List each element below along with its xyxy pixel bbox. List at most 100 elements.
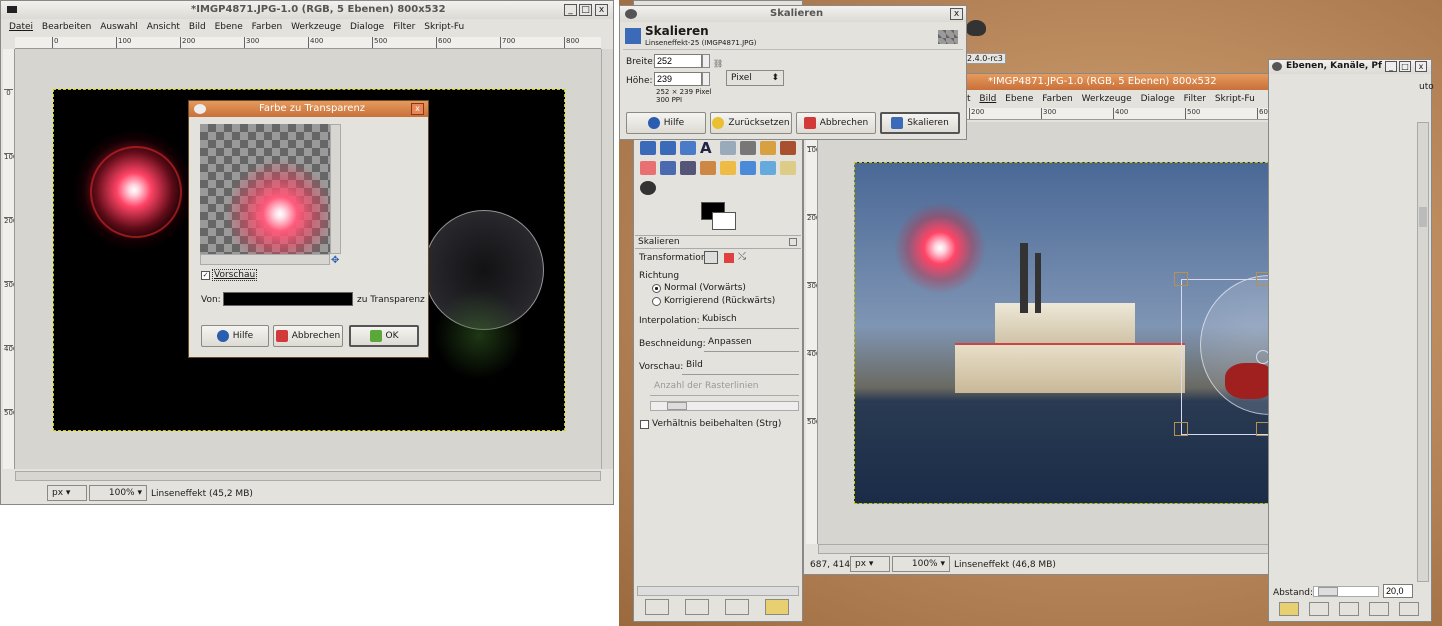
tool-icon-1[interactable] (640, 141, 656, 155)
grid-lines-slider[interactable] (650, 401, 799, 411)
menu-werkzeuge[interactable]: Werkzeuge (1082, 94, 1132, 104)
menu-werkzeuge[interactable]: Werkzeuge (291, 22, 341, 32)
ink-icon[interactable] (680, 161, 696, 175)
menu-farben[interactable]: Farben (252, 22, 283, 32)
reset-button[interactable]: Zurücksetzen (710, 112, 792, 134)
grid-lines-select[interactable]: Anzahl der Rasterlinien (650, 378, 799, 396)
layers-minimize-button[interactable]: _ (1385, 61, 1397, 72)
spacing-input[interactable] (1383, 584, 1413, 598)
restore-options-icon[interactable] (685, 599, 709, 615)
menu-bearbeiten[interactable]: Bearbeiten (42, 22, 91, 32)
from-color-button[interactable] (223, 292, 353, 306)
height-spinner[interactable] (702, 72, 710, 86)
bg-color-swatch[interactable] (712, 212, 736, 230)
save-options-icon[interactable] (645, 599, 669, 615)
scale-cancel-button[interactable]: Abbrechen (796, 112, 876, 134)
cancel-button[interactable]: Abbrechen (273, 325, 343, 347)
radio-corrective[interactable]: Korrigierend (Rückwärts) (652, 296, 775, 306)
menu-dialoge[interactable]: Dialoge (1141, 94, 1175, 104)
interpolation-select[interactable]: Kubisch (698, 311, 799, 329)
preview-area[interactable] (200, 124, 330, 254)
menu-filter[interactable]: Filter (1184, 94, 1206, 104)
window-menu-icon[interactable] (7, 6, 17, 13)
height-input[interactable] (654, 72, 702, 86)
eraser-icon[interactable] (640, 161, 656, 175)
left-vscrollbar[interactable] (601, 49, 613, 469)
ok-button[interactable]: OK (349, 325, 419, 347)
scale-help-button[interactable]: Hilfe (626, 112, 706, 134)
tool-icon-6[interactable] (740, 141, 756, 155)
layers-close-button[interactable]: x (1415, 61, 1427, 72)
help-button[interactable]: Hilfe (201, 325, 269, 347)
preview-vscroll[interactable] (330, 124, 341, 254)
transform-path-icon[interactable]: ⤯ (738, 251, 746, 262)
right-unit-selector[interactable]: px ▾ (850, 556, 890, 572)
perspective-clone-icon[interactable] (740, 161, 756, 175)
reset-options-icon[interactable] (765, 599, 789, 615)
handle-top-left[interactable] (1174, 272, 1188, 286)
scale-close-button[interactable]: x (950, 8, 963, 20)
chain-link-icon[interactable]: ⛓ (713, 59, 723, 68)
radio-normal[interactable]: Normal (Vorwärts) (652, 283, 746, 293)
unit-selector[interactable]: px ▾ (47, 485, 87, 501)
tool-icon-2[interactable] (660, 141, 676, 155)
toolbox-scrollbar[interactable] (637, 586, 799, 596)
preview-hscroll[interactable] (200, 254, 330, 265)
dialog-close-button[interactable]: x (411, 103, 424, 115)
tool-icon-5[interactable] (720, 141, 736, 155)
dodge-icon[interactable] (640, 181, 656, 195)
menu-skript-fu[interactable]: Skript-Fu (424, 22, 464, 32)
menu-ansicht[interactable]: Ansicht (147, 22, 180, 32)
unit-select[interactable]: Pixel ⬍ (726, 70, 784, 86)
delete-options-icon[interactable] (725, 599, 749, 615)
close-button[interactable]: x (595, 4, 608, 16)
scale-dialog-menu-icon[interactable] (625, 9, 637, 19)
menu-datei-partial[interactable]: t (967, 94, 971, 104)
airbrush-icon[interactable] (660, 161, 676, 175)
options-menu-icon[interactable] (789, 238, 797, 246)
menu-auswahl[interactable]: Auswahl (100, 22, 138, 32)
menu-dialoge[interactable]: Dialoge (350, 22, 384, 32)
maximize-button[interactable]: □ (579, 4, 592, 16)
text-tool-icon[interactable]: A (700, 139, 712, 157)
tool-icon-3[interactable] (680, 141, 696, 155)
handle-bottom-left[interactable] (1174, 422, 1188, 436)
menu-filter[interactable]: Filter (393, 22, 415, 32)
transform-selection-icon[interactable] (724, 253, 734, 263)
menu-bild[interactable]: Bild (979, 94, 996, 104)
dialog-menu-icon[interactable] (194, 104, 206, 114)
smudge-icon[interactable] (780, 161, 796, 175)
preview-select[interactable]: Bild (682, 357, 799, 375)
right-zoom-selector[interactable]: 100% ▾ (892, 556, 950, 572)
scale-confirm-button[interactable]: Skalieren (880, 112, 960, 134)
dock-button-5[interactable] (1399, 602, 1419, 616)
minimize-button[interactable]: _ (564, 4, 577, 16)
transform-layer-icon[interactable] (704, 251, 718, 264)
menu-ebene[interactable]: Ebene (1005, 94, 1033, 104)
dock-button-4[interactable] (1369, 602, 1389, 616)
preview-checkbox[interactable]: ✓ Vorschau (201, 269, 258, 281)
clone-icon[interactable] (700, 161, 716, 175)
dock-button-1[interactable] (1279, 602, 1299, 616)
menu-bild[interactable]: Bild (189, 22, 206, 32)
navigate-icon[interactable]: ✥ (331, 255, 339, 266)
blur-icon[interactable] (760, 161, 776, 175)
zoom-selector[interactable]: 100% ▾ (89, 485, 147, 501)
menu-datei[interactable]: Datei (9, 22, 33, 32)
spacing-slider[interactable] (1313, 586, 1379, 597)
menu-skript-fu[interactable]: Skript-Fu (1215, 94, 1255, 104)
left-hscrollbar[interactable] (15, 471, 601, 481)
clipping-select[interactable]: Anpassen (704, 334, 799, 352)
menu-farben[interactable]: Farben (1042, 94, 1073, 104)
layers-scrollbar[interactable] (1417, 122, 1429, 582)
dock-button-2[interactable] (1309, 602, 1329, 616)
heal-icon[interactable] (720, 161, 736, 175)
pencil-icon[interactable] (760, 141, 776, 155)
width-spinner[interactable] (702, 54, 710, 68)
layers-maximize-button[interactable]: □ (1399, 61, 1411, 72)
menu-ebene[interactable]: Ebene (215, 22, 243, 32)
dock-button-3[interactable] (1339, 602, 1359, 616)
keep-aspect-checkbox[interactable]: Verhältnis beibehalten (Strg) (640, 419, 781, 429)
width-input[interactable] (654, 54, 702, 68)
brush-icon[interactable] (780, 141, 796, 155)
